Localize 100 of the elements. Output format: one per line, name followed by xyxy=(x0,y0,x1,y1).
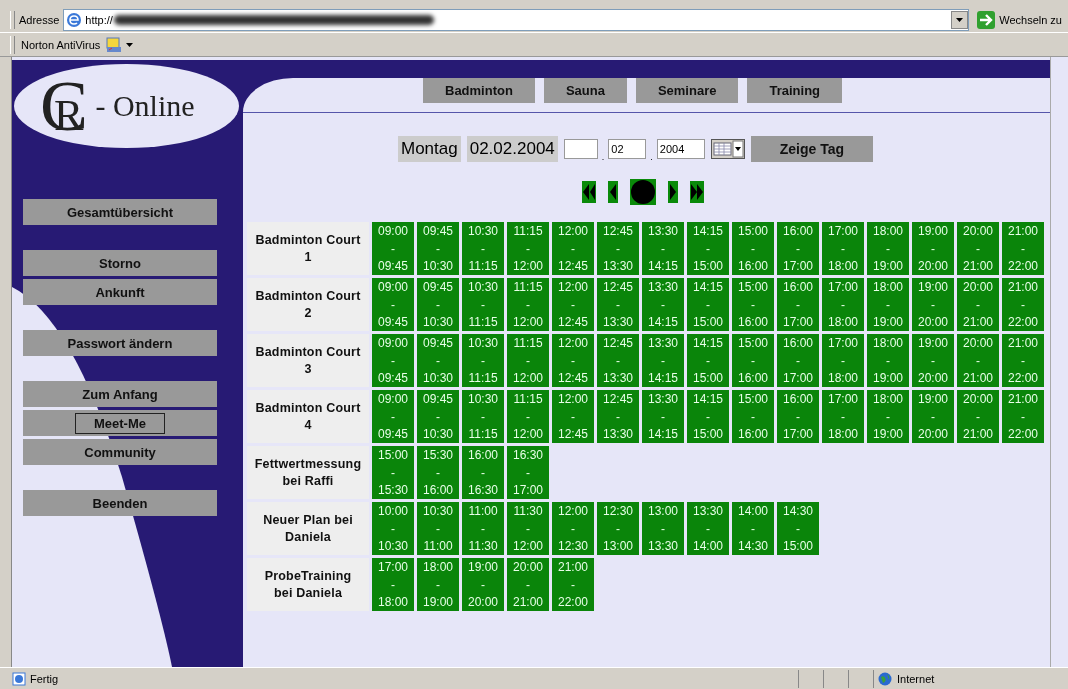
nav-tab[interactable]: Seminare xyxy=(635,78,739,103)
time-slot[interactable]: 21:00 - 22:00 xyxy=(1002,222,1044,275)
sidebar-button[interactable]: Community xyxy=(23,439,217,465)
time-slot[interactable]: 09:00 - 09:45 xyxy=(372,334,414,387)
time-slot[interactable]: 19:00 - 20:00 xyxy=(912,222,954,275)
time-slot[interactable]: 12:00 - 12:45 xyxy=(552,334,594,387)
time-slot[interactable]: 14:30 - 15:00 xyxy=(777,502,819,555)
circle-icon[interactable] xyxy=(630,179,656,205)
time-slot[interactable]: 15:00 - 16:00 xyxy=(732,222,774,275)
sidebar-button[interactable]: Passwort ändern xyxy=(23,330,217,356)
time-slot[interactable]: 15:00 - 16:00 xyxy=(732,334,774,387)
time-slot[interactable]: 12:00 - 12:45 xyxy=(552,278,594,331)
time-slot[interactable]: 12:45 - 13:30 xyxy=(597,278,639,331)
nav-tab[interactable]: Badminton xyxy=(423,78,535,103)
time-slot[interactable]: 16:00 - 17:00 xyxy=(777,390,819,443)
time-slot[interactable]: 20:00 - 21:00 xyxy=(957,334,999,387)
sidebar-button[interactable]: Storno xyxy=(23,250,217,276)
time-slot[interactable]: 13:30 - 14:15 xyxy=(642,334,684,387)
caret-icon[interactable] xyxy=(126,42,134,47)
calendar-dropdown-icon[interactable] xyxy=(710,139,745,159)
time-slot[interactable]: 17:00 - 18:00 xyxy=(822,278,864,331)
time-slot[interactable]: 17:00 - 18:00 xyxy=(822,222,864,275)
time-slot[interactable]: 20:00 - 21:00 xyxy=(957,390,999,443)
time-slot[interactable]: 15:00 - 16:00 xyxy=(732,278,774,331)
go-button[interactable]: Wechseln zu xyxy=(973,9,1068,31)
time-slot[interactable]: 09:00 - 09:45 xyxy=(372,390,414,443)
sidebar-button[interactable]: Gesamtübersicht xyxy=(23,199,217,225)
forward-icon[interactable] xyxy=(668,181,678,203)
time-slot[interactable]: 10:00 - 10:30 xyxy=(372,502,414,555)
skip-forward-icon[interactable] xyxy=(690,181,704,203)
time-slot[interactable]: 09:45 - 10:30 xyxy=(417,222,459,275)
time-slot[interactable]: 21:00 - 22:00 xyxy=(1002,334,1044,387)
month-field[interactable]: 02 xyxy=(608,139,647,159)
dropdown-button[interactable] xyxy=(951,11,969,29)
time-slot[interactable]: 18:00 - 19:00 xyxy=(867,390,909,443)
time-slot[interactable]: 21:00 - 22:00 xyxy=(1002,278,1044,331)
time-slot[interactable]: 10:30 - 11:15 xyxy=(462,278,504,331)
time-slot[interactable]: 09:45 - 10:30 xyxy=(417,334,459,387)
time-slot[interactable]: 18:00 - 19:00 xyxy=(867,334,909,387)
time-slot[interactable]: 10:30 - 11:15 xyxy=(462,390,504,443)
nav-tab[interactable]: Training xyxy=(747,78,842,103)
time-slot[interactable]: 15:00 - 15:30 xyxy=(372,446,414,499)
time-slot[interactable]: 11:15 - 12:00 xyxy=(507,278,549,331)
time-slot[interactable]: 21:00 - 22:00 xyxy=(1002,390,1044,443)
time-slot[interactable]: 12:45 - 13:30 xyxy=(597,390,639,443)
time-slot[interactable]: 11:15 - 12:00 xyxy=(507,222,549,275)
nav-tab[interactable]: Sauna xyxy=(543,78,627,103)
time-slot[interactable]: 09:45 - 10:30 xyxy=(417,390,459,443)
time-slot[interactable]: 12:00 - 12:45 xyxy=(552,222,594,275)
skip-back-icon[interactable] xyxy=(582,181,596,203)
time-slot[interactable]: 13:30 - 14:15 xyxy=(642,222,684,275)
time-slot[interactable]: 19:00 - 20:00 xyxy=(912,334,954,387)
time-slot[interactable]: 14:15 - 15:00 xyxy=(687,222,729,275)
time-slot[interactable]: 17:00 - 18:00 xyxy=(822,334,864,387)
time-slot[interactable]: 12:00 - 12:30 xyxy=(552,502,594,555)
time-slot[interactable]: 13:30 - 14:15 xyxy=(642,278,684,331)
time-slot[interactable]: 17:00 - 18:00 xyxy=(372,558,414,611)
address-field[interactable]: http:// xyxy=(63,9,970,31)
time-slot[interactable]: 19:00 - 20:00 xyxy=(912,278,954,331)
time-slot[interactable]: 12:45 - 13:30 xyxy=(597,334,639,387)
time-slot[interactable]: 12:00 - 12:45 xyxy=(552,390,594,443)
time-slot[interactable]: 20:00 - 21:00 xyxy=(507,558,549,611)
time-slot[interactable]: 10:30 - 11:15 xyxy=(462,334,504,387)
year-field[interactable]: 2004 xyxy=(656,139,705,159)
time-slot[interactable]: 20:00 - 21:00 xyxy=(957,278,999,331)
time-slot[interactable]: 11:30 - 12:00 xyxy=(507,502,549,555)
time-slot[interactable]: 16:00 - 16:30 xyxy=(462,446,504,499)
time-slot[interactable]: 15:00 - 16:00 xyxy=(732,390,774,443)
time-slot[interactable]: 11:00 - 11:30 xyxy=(462,502,504,555)
time-slot[interactable]: 10:30 - 11:00 xyxy=(417,502,459,555)
time-slot[interactable]: 17:00 - 18:00 xyxy=(822,390,864,443)
time-slot[interactable]: 11:15 - 12:00 xyxy=(507,334,549,387)
time-slot[interactable]: 14:00 - 14:30 xyxy=(732,502,774,555)
time-slot[interactable]: 16:30 - 17:00 xyxy=(507,446,549,499)
show-day-button[interactable]: Zeige Tag xyxy=(750,136,873,162)
time-slot[interactable]: 14:15 - 15:00 xyxy=(687,334,729,387)
time-slot[interactable]: 16:00 - 17:00 xyxy=(777,222,819,275)
time-slot[interactable]: 11:15 - 12:00 xyxy=(507,390,549,443)
time-slot[interactable]: 13:30 - 14:00 xyxy=(687,502,729,555)
time-slot[interactable]: 16:00 - 17:00 xyxy=(777,278,819,331)
time-slot[interactable]: 09:00 - 09:45 xyxy=(372,278,414,331)
time-slot[interactable]: 10:30 - 11:15 xyxy=(462,222,504,275)
sidebar-button[interactable]: Beenden xyxy=(23,490,217,516)
sidebar-button[interactable]: Ankunft xyxy=(23,279,217,305)
time-slot[interactable]: 19:00 - 20:00 xyxy=(912,390,954,443)
time-slot[interactable]: 18:00 - 19:00 xyxy=(867,278,909,331)
time-slot[interactable]: 12:45 - 13:30 xyxy=(597,222,639,275)
time-slot[interactable]: 15:30 - 16:00 xyxy=(417,446,459,499)
time-slot[interactable]: 12:30 - 13:00 xyxy=(597,502,639,555)
time-slot[interactable]: 16:00 - 17:00 xyxy=(777,334,819,387)
time-slot[interactable]: 18:00 - 19:00 xyxy=(867,222,909,275)
day-field[interactable] xyxy=(563,139,598,159)
time-slot[interactable]: 13:00 - 13:30 xyxy=(642,502,684,555)
time-slot[interactable]: 18:00 - 19:00 xyxy=(417,558,459,611)
time-slot[interactable]: 20:00 - 21:00 xyxy=(957,222,999,275)
time-slot[interactable]: 14:15 - 15:00 xyxy=(687,390,729,443)
time-slot[interactable]: 09:45 - 10:30 xyxy=(417,278,459,331)
time-slot[interactable]: 19:00 - 20:00 xyxy=(462,558,504,611)
sidebar-button[interactable]: Meet-Me xyxy=(23,410,217,436)
sidebar-button[interactable]: Zum Anfang xyxy=(23,381,217,407)
